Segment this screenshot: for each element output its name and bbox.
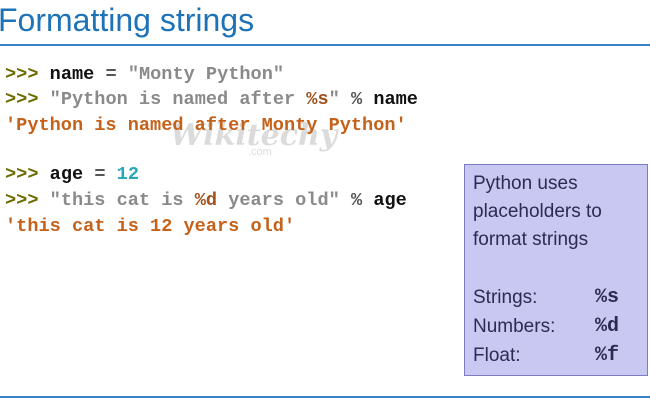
strings-label: Strings:: [473, 287, 538, 308]
format-specifier: %s: [306, 89, 329, 110]
callout-line-1: Python uses: [473, 173, 578, 194]
string-literal-end: ": [328, 89, 340, 110]
number-literal: 12: [116, 164, 139, 185]
slide-title: Formatting strings: [0, 2, 255, 38]
variable-name: name: [373, 89, 418, 110]
prompt: >>>: [5, 89, 39, 110]
code-line-2: >>> "Python is named after %s" % name: [5, 89, 418, 110]
string-literal: "Python is named after: [49, 89, 307, 110]
strings-code: %s: [594, 286, 619, 309]
string-literal: "Monty Python": [127, 64, 285, 85]
watermark-domain: .com: [248, 146, 272, 158]
float-label: Float:: [473, 345, 521, 366]
variable-name: age: [373, 190, 407, 211]
code-line-3: 'Python is named after Monty Python': [5, 115, 407, 136]
numbers-code: %d: [594, 315, 619, 338]
callout-line-2: placeholders to: [473, 201, 602, 222]
operator: =: [105, 64, 117, 85]
title-bar: Formatting strings: [0, 0, 650, 48]
title-divider: [0, 44, 650, 46]
string-literal: "this cat is: [49, 190, 195, 211]
callout-line-3: format strings: [473, 229, 589, 250]
prompt: >>>: [5, 164, 39, 185]
variable-name: age: [49, 164, 84, 185]
float-code: %f: [594, 344, 619, 367]
code-line-6: 'this cat is 12 years old': [5, 216, 295, 237]
output-text: 'Python is named after Monty Python': [5, 115, 407, 136]
operator: %: [350, 89, 363, 110]
code-line-1: >>> name = "Monty Python": [5, 64, 284, 85]
prompt: >>>: [5, 64, 39, 85]
output-text: 'this cat is 12 years old': [5, 216, 296, 237]
callout-box: Python uses placeholders to format strin…: [464, 164, 648, 376]
bottom-divider: [0, 396, 650, 398]
operator: =: [94, 164, 106, 185]
string-literal-end: years old": [217, 190, 340, 211]
operator: %: [350, 190, 363, 211]
format-specifier: %d: [194, 190, 218, 211]
variable-name: name: [49, 64, 95, 85]
code-line-4: >>> age = 12: [5, 164, 139, 185]
numbers-label: Numbers:: [473, 316, 556, 337]
code-line-5: >>> "this cat is %d years old" % age: [5, 190, 407, 211]
prompt: >>>: [5, 190, 39, 211]
